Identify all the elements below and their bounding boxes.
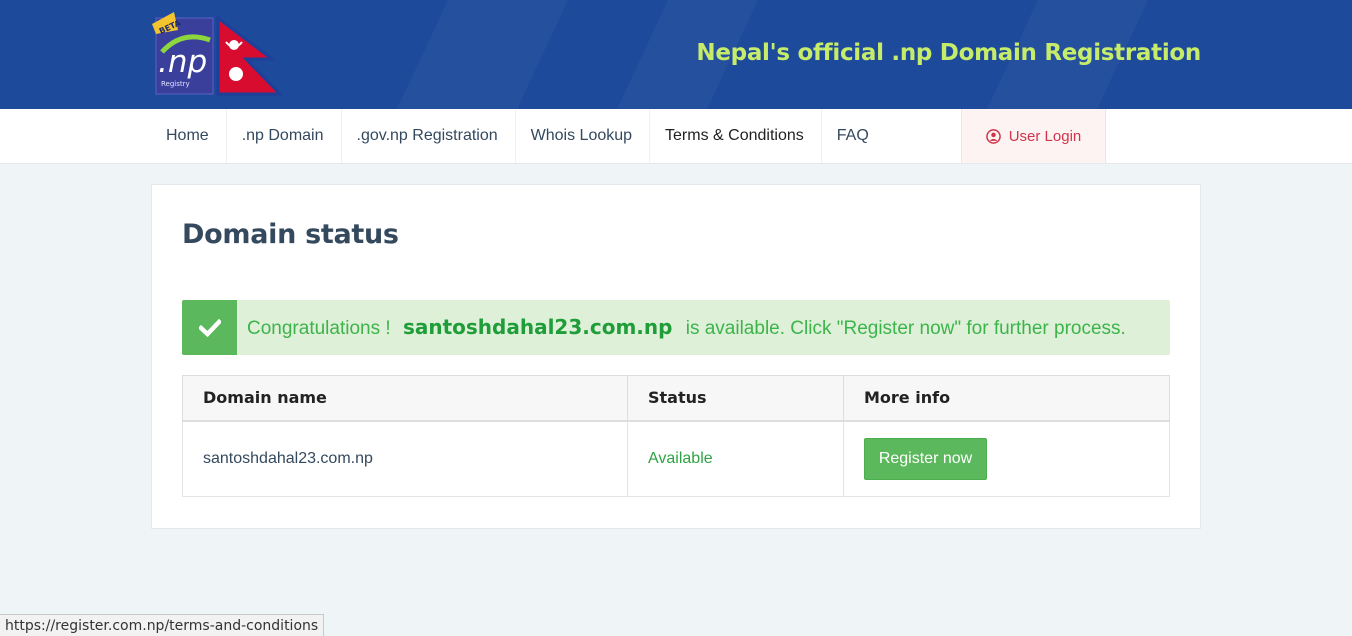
alert-domain: santoshdahal23.com.np [402, 315, 673, 339]
check-icon [182, 300, 237, 355]
availability-alert: Congratulations ! santoshdahal23.com.np … [182, 300, 1170, 355]
site-tagline: Nepal's official .np Domain Registration [696, 40, 1201, 66]
table-row: santoshdahal23.com.np Available Register… [182, 420, 1170, 497]
alert-suffix: is available. Click "Register now" for f… [685, 318, 1126, 339]
main-navbar: Home .np Domain .gov.np Registration Who… [0, 109, 1352, 164]
user-login-button[interactable]: User Login [961, 109, 1106, 163]
nepal-flag-icon [216, 14, 282, 96]
status-cell: Available [627, 420, 844, 497]
nav-item-np-domain[interactable]: .np Domain [227, 109, 342, 163]
nav-item-home[interactable]: Home [151, 109, 227, 163]
browser-status-bar: https://register.com.np/terms-and-condit… [0, 614, 325, 636]
domain-name-cell: santoshdahal23.com.np [182, 420, 628, 497]
page-title: Domain status [182, 219, 399, 250]
site-header: BETA .np Registry Nepal's official .np D… [0, 0, 1352, 109]
column-header-status: Status [627, 375, 844, 422]
nav-item-terms-conditions[interactable]: Terms & Conditions [650, 109, 822, 163]
user-login-label: User Login [1008, 127, 1082, 145]
domain-status-card: Domain status Congratulations ! santoshd… [151, 184, 1201, 529]
nav-item-gov-np-registration[interactable]: .gov.np Registration [342, 109, 516, 163]
user-circle-icon [985, 128, 1001, 144]
column-header-more-info: More info [843, 375, 1170, 422]
more-info-cell: Register now [843, 420, 1170, 497]
table-header-row: Domain name Status More info [182, 375, 1170, 422]
nav-item-faq[interactable]: FAQ [822, 109, 886, 163]
np-registry-logo[interactable]: BETA .np Registry [152, 12, 282, 96]
logo-sub-text: Registry [161, 80, 190, 88]
nav-item-whois-lookup[interactable]: Whois Lookup [516, 109, 651, 163]
domain-status-table: Domain name Status More info santoshdaha… [182, 375, 1170, 497]
alert-message: Congratulations ! santoshdahal23.com.np … [237, 315, 1126, 340]
header-decoration [383, 0, 578, 109]
nav-list: Home .np Domain .gov.np Registration Who… [151, 109, 886, 163]
logo-mark-text: .np [158, 44, 207, 80]
register-now-button[interactable]: Register now [864, 437, 987, 480]
alert-prefix: Congratulations ! [247, 318, 391, 339]
column-header-domain-name: Domain name [182, 375, 628, 422]
